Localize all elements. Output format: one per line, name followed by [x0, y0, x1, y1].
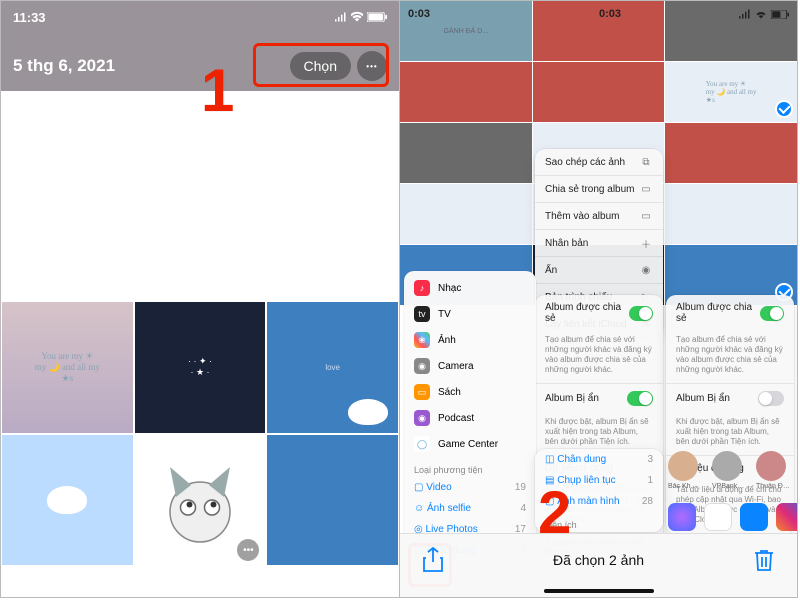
plus-icon: ＋ [639, 236, 653, 250]
app-airdrop[interactable] [704, 503, 732, 531]
more-icon[interactable]: ••• [237, 539, 259, 561]
shared-album-desc: Tạo album để chia sẻ với những người khá… [535, 331, 663, 384]
books-icon: ▭ [414, 384, 430, 400]
contact-avatar[interactable]: VPBank_HuyLê_m... [712, 451, 746, 490]
podcast-icon: ◉ [414, 410, 430, 426]
screenshot-step-1: 11:33 5 thg 6, 2021 Chọn ••• 1 You are m… [1, 1, 399, 597]
contact-avatar[interactable]: Bắc Khương [668, 451, 702, 490]
music-icon: ♪ [414, 280, 430, 296]
thumbnail[interactable]: love [266, 301, 399, 434]
white-space [1, 91, 399, 301]
media-video[interactable]: ▢ Video19 [404, 477, 536, 498]
copy-icon: ⧉ [639, 155, 653, 169]
settings-row-music[interactable]: ♪Nhạc [404, 275, 536, 301]
gamecenter-icon: ◯ [414, 436, 430, 452]
app-messenger[interactable] [668, 503, 696, 531]
select-button[interactable]: Chọn [290, 52, 351, 80]
toggle-on-icon[interactable] [629, 306, 653, 321]
thumbnail[interactable] [665, 123, 797, 183]
shared-album-toggle[interactable]: Album được chia sẻ [666, 295, 794, 331]
photos-header: 11:33 5 thg 6, 2021 Chọn ••• [1, 1, 399, 91]
add-icon: ▭ [639, 209, 653, 223]
trash-icon [753, 548, 775, 572]
action-share-album[interactable]: Chia sẻ trong album▭ [535, 176, 663, 203]
hidden-album-toggle[interactable]: Album Bị ẩn [535, 384, 663, 413]
settings-row-gamecenter[interactable]: ◯Game Center [404, 431, 536, 457]
thumbnail[interactable]: You are my ☀︎my 🌙 and all my★s [665, 62, 797, 122]
status-icons [335, 11, 387, 23]
thumbnail[interactable] [400, 62, 532, 122]
thumbnail[interactable] [400, 123, 532, 183]
thumbnail[interactable] [266, 434, 399, 567]
photo-row: You are my ☀︎my 🌙 and all my★s · · ✦ ·· … [1, 301, 399, 434]
settings-row-tv[interactable]: tvTV [404, 301, 536, 327]
settings-app-list: ♪Nhạc tvTV ❀Ảnh ◉Camera ▭Sách ◉Podcast ◯… [404, 271, 536, 565]
status-bar: 11:33 [13, 7, 387, 27]
contact-avatar[interactable]: Thuận Đào [756, 451, 790, 490]
delete-button[interactable] [749, 545, 779, 575]
thumbnail[interactable]: ••• [134, 434, 267, 567]
cellular-icon [335, 11, 347, 23]
thumbnail[interactable]: You are my ☀︎my 🌙 and all my★s [1, 301, 134, 434]
screenshot-step-2: 0:03 0:03 GÀNH ĐÁ D... You are my ☀︎my 🌙… [399, 1, 797, 597]
date-label: 5 thg 6, 2021 [13, 56, 115, 76]
share-icon [422, 547, 444, 573]
settings-row-photos[interactable]: ❀Ảnh [404, 327, 536, 353]
thumbnail[interactable] [400, 184, 532, 244]
photo-row: ••• [1, 434, 399, 567]
action-copy[interactable]: Sao chép các ảnh⧉ [535, 149, 663, 176]
action-hide[interactable]: Ẩn◉ [535, 257, 663, 284]
toggle-on-icon[interactable] [627, 391, 653, 406]
album-icon: ▭ [639, 182, 653, 196]
step-number-1: 1 [201, 56, 234, 125]
more-button[interactable]: ••• [357, 51, 387, 81]
selection-count: Đã chọn 2 ảnh [553, 552, 644, 568]
thumbnail[interactable] [1, 434, 134, 567]
hidden-album-desc: Khi được bật, album Bị ẩn sẽ xuất hiện t… [666, 413, 794, 456]
app-zalo[interactable] [740, 503, 768, 531]
thumbnail[interactable]: · · ✦ ·· ★ · [134, 301, 267, 434]
shared-album-desc: Tạo album để chia sẻ với những người khá… [666, 331, 794, 384]
toggle-on-icon[interactable] [760, 306, 784, 321]
action-add-album[interactable]: Thêm vào album▭ [535, 203, 663, 230]
settings-row-camera[interactable]: ◉Camera [404, 353, 536, 379]
shared-album-toggle[interactable]: Album được chia sẻ [535, 295, 663, 331]
toggle-off-icon[interactable] [758, 391, 784, 406]
status-time: 0:03 [408, 8, 430, 20]
share-button[interactable] [418, 545, 448, 575]
status-time: 11:33 [13, 10, 46, 25]
photos-icon: ❀ [414, 332, 430, 348]
camera-icon: ◉ [414, 358, 430, 374]
share-contacts-row: Bắc Khương VPBank_HuyLê_m... Thuận Đào [668, 451, 790, 490]
hidden-album-toggle[interactable]: Album Bị ẩn [666, 384, 794, 413]
wifi-icon [351, 11, 363, 23]
media-type-header: Loại phương tiện [404, 457, 536, 477]
share-apps-row [668, 503, 797, 531]
tv-icon: tv [414, 306, 430, 322]
media-portrait-b[interactable]: ◫ Chân dung3 [535, 449, 663, 470]
settings-row-podcast[interactable]: ◉Podcast [404, 405, 536, 431]
photos-settings-sheet-b: Album được chia sẻ Tạo album để chia sẻ … [666, 295, 794, 534]
settings-row-books[interactable]: ▭Sách [404, 379, 536, 405]
status-time: 0:03 [599, 8, 621, 20]
action-duplicate[interactable]: Nhân bản＋ [535, 230, 663, 257]
battery-icon [367, 12, 387, 22]
selected-check-icon [775, 100, 793, 118]
media-selfie[interactable]: ☺ Ảnh selfie4 [404, 498, 536, 519]
thumbnail[interactable] [533, 62, 665, 122]
eye-icon: ◉ [639, 263, 653, 277]
home-indicator [544, 589, 654, 593]
app-instagram[interactable] [776, 503, 797, 531]
thumbnail[interactable] [665, 184, 797, 244]
selection-toolbar: Đã chọn 2 ảnh [400, 533, 797, 597]
status-bar-duplicate: 0:03 [599, 5, 789, 23]
